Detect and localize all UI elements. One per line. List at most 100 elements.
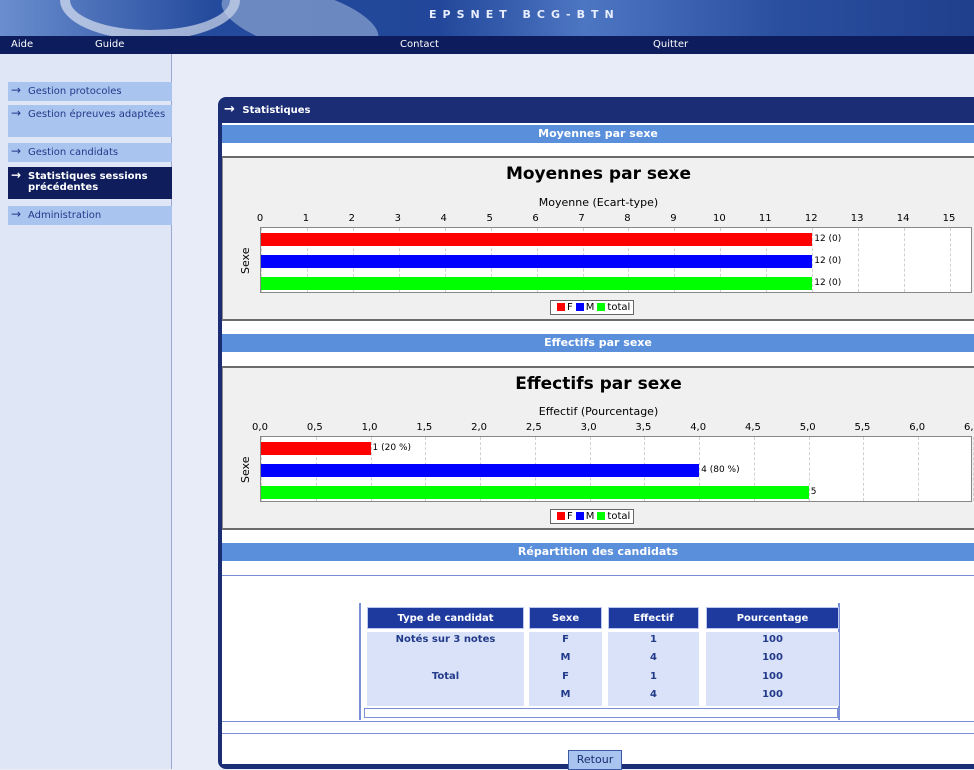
banner-decoration <box>214 0 386 36</box>
sidebar-item-administration[interactable]: → Administration <box>8 206 172 225</box>
table-cell-sexe: F <box>562 671 569 682</box>
table-header-pourcentage: Pourcentage <box>706 607 839 629</box>
bar-value-label: 5 <box>810 487 817 497</box>
x-tick-label: 1 <box>302 213 310 224</box>
chart-moyennes: Moyennes par sexe Moyenne (Ecart-type) S… <box>222 156 974 321</box>
header-banner: EPSNET BCG-BTN <box>0 0 974 36</box>
table-header-sexe: Sexe <box>529 607 602 629</box>
panel-content: Moyennes par sexe Moyennes par sexe Moye… <box>222 123 974 770</box>
sidebar-item-statistiques[interactable]: → Statistiques sessions précédentes <box>8 167 172 199</box>
sidebar: → Gestion protocoles → Gestion épreuves … <box>0 54 172 769</box>
x-tick-label: 10 <box>712 213 726 224</box>
bar-value-label: 12 (0) <box>814 278 842 288</box>
section-header-moyennes: Moyennes par sexe <box>222 125 974 143</box>
sidebar-item-label: Gestion candidats <box>28 147 119 158</box>
arrow-right-icon: → <box>11 168 22 182</box>
y-axis-label: Sexe <box>239 456 252 484</box>
x-tick-label: 13 <box>850 213 864 224</box>
nav-guide[interactable]: Guide <box>95 39 124 50</box>
y-axis-label: Sexe <box>239 247 252 275</box>
x-tick-label: 4 <box>440 213 447 224</box>
sidebar-item-label: Gestion épreuves adaptées <box>28 109 166 120</box>
plot-area: 1 (20 %) 4 (80 %) 5 <box>260 436 974 502</box>
legend-label: F <box>567 302 573 313</box>
x-tick-label: 9 <box>670 213 677 224</box>
table-cell-effectif: 1 <box>650 634 657 645</box>
bar-total <box>261 486 809 499</box>
nav-contact[interactable]: Contact <box>400 39 439 50</box>
table-cell-sexe: M <box>560 652 571 663</box>
x-tick-label: 6,5 <box>964 422 974 433</box>
section-header-effectifs: Effectifs par sexe <box>222 334 974 352</box>
banner-decoration <box>60 0 240 36</box>
table-cell-effectif: 4 <box>650 689 657 700</box>
sidebar-item-gestion-protocoles[interactable]: → Gestion protocoles <box>8 82 172 101</box>
bar-value-label: 4 (80 %) <box>701 465 740 475</box>
x-tick-label: 3,5 <box>635 422 652 433</box>
chart-effectifs: Effectifs par sexe Effectif (Pourcentage… <box>222 366 974 530</box>
x-tick-label: 1,0 <box>361 422 378 433</box>
x-tick-label: 12 <box>804 213 818 224</box>
sidebar-item-label: Gestion protocoles <box>28 86 122 97</box>
table-cell-sexe: M <box>560 689 571 700</box>
gridline <box>808 437 810 501</box>
chart-legend: F Mtotal <box>550 509 635 524</box>
x-tick-label: 8 <box>624 213 631 224</box>
x-tick-label: 0 <box>256 213 264 224</box>
x-tick-label: 5,5 <box>854 422 871 433</box>
legend-label: total <box>607 511 631 522</box>
x-tick-label: 3 <box>394 213 401 224</box>
legend-swatch <box>597 512 606 520</box>
gridline <box>812 228 814 292</box>
table-cell-effectif: 4 <box>650 652 657 663</box>
sidebar-item-gestion-epreuves[interactable]: → Gestion épreuves adaptées <box>8 105 172 137</box>
chart-title: Effectifs par sexe <box>515 374 682 394</box>
legend-swatch <box>597 303 606 311</box>
nav-quitter[interactable]: Quitter <box>653 39 688 50</box>
bar-value-label: 12 (0) <box>814 256 842 266</box>
arrow-right-icon: → <box>11 106 22 120</box>
legend-label: total <box>607 302 631 313</box>
plot-area: 12 (0) 12 (0) 12 (0) <box>260 227 972 293</box>
x-tick-label: 14 <box>896 213 910 224</box>
bar-M <box>261 464 700 477</box>
arrow-right-icon: → <box>11 207 22 221</box>
x-axis-label: Moyenne (Ecart-type) <box>538 196 659 209</box>
table-cell-sexe: F <box>562 634 569 645</box>
table-cell-effectif: 1 <box>650 671 657 682</box>
app-title: EPSNET BCG-BTN <box>429 8 620 21</box>
gridline <box>863 437 865 501</box>
table-cell-pct: 100 <box>762 652 783 663</box>
sidebar-item-gestion-candidats[interactable]: → Gestion candidats <box>8 143 172 162</box>
arrow-right-icon: → <box>11 83 22 97</box>
table-divider <box>222 721 974 722</box>
arrow-right-icon: → <box>224 102 235 117</box>
chart-legend: F Mtotal <box>550 300 635 315</box>
arrow-right-icon: → <box>11 144 22 158</box>
x-tick-label: 15 <box>942 213 956 224</box>
retour-button[interactable]: Retour <box>568 750 622 770</box>
distribution-table: Type de candidat Sexe Effectif Pourcenta… <box>359 603 840 720</box>
table-footer-row <box>364 708 838 718</box>
statistics-panel: → Statistiques Moyennes par sexe Moyenne… <box>218 97 974 770</box>
x-tick-label: 6 <box>532 213 539 224</box>
nav-aide[interactable]: Aide <box>11 39 33 50</box>
gridline <box>950 228 952 292</box>
table-divider <box>222 575 974 576</box>
bar-value-label: 12 (0) <box>814 234 842 244</box>
legend-swatch <box>557 303 565 311</box>
panel-header: → Statistiques <box>224 102 311 117</box>
x-tick-label: 0,0 <box>252 422 268 433</box>
legend-label: M <box>585 302 595 313</box>
x-tick-label: 7 <box>578 213 585 224</box>
x-tick-label: 6,0 <box>909 422 926 433</box>
panel-title: Statistiques <box>242 105 311 116</box>
x-tick-label: 2 <box>348 213 356 224</box>
gridline <box>918 437 920 501</box>
x-tick-label: 3,0 <box>580 422 597 433</box>
section-header-repartition: Répartition des candidats <box>222 543 974 561</box>
table-header-effectif: Effectif <box>608 607 699 629</box>
table-cell-pct: 100 <box>762 689 783 700</box>
table-header-type: Type de candidat <box>367 607 524 629</box>
bar-F <box>261 233 813 246</box>
